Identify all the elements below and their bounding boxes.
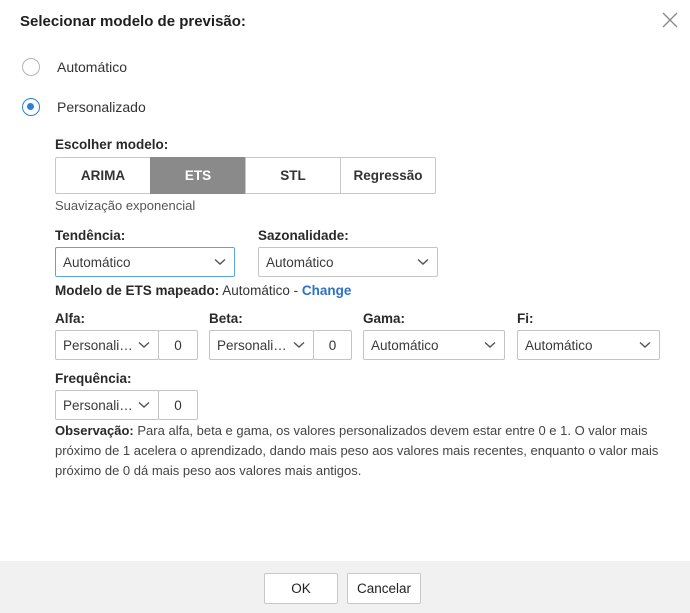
- seasonality-select-value: Automático: [266, 254, 334, 270]
- alpha-select-value: Personalizado: [63, 337, 138, 353]
- radio-button-automatic[interactable]: [22, 58, 40, 76]
- chevron-down-icon: [484, 341, 496, 348]
- alpha-value-input[interactable]: 0: [158, 330, 198, 360]
- beta-select[interactable]: Personalizado: [209, 330, 314, 360]
- model-tabs: ARIMA ETS STL Regressão: [55, 157, 436, 194]
- gamma-select[interactable]: Automático: [363, 330, 505, 360]
- radio-label-custom: Personalizado: [57, 99, 146, 115]
- dialog-footer: [0, 561, 690, 613]
- mapped-model-label: Modelo de ETS mapeado:: [55, 283, 220, 298]
- chevron-down-icon: [138, 401, 150, 408]
- dialog-title: Selecionar modelo de previsão:: [20, 13, 246, 30]
- mapped-model-value: Automático -: [222, 283, 299, 298]
- radio-automatic[interactable]: Automático: [22, 58, 127, 76]
- trend-select[interactable]: Automático: [55, 247, 235, 277]
- trend-label: Tendência:: [55, 228, 126, 243]
- chevron-down-icon: [417, 258, 429, 265]
- radio-custom[interactable]: Personalizado: [22, 98, 146, 116]
- close-icon: [662, 12, 678, 28]
- seasonality-select[interactable]: Automático: [258, 247, 438, 277]
- tab-stl[interactable]: STL: [245, 157, 341, 194]
- mapped-model-row: Modelo de ETS mapeado: Automático - Chan…: [55, 283, 351, 298]
- close-button[interactable]: [660, 10, 680, 30]
- frequency-value-input[interactable]: 0: [158, 390, 198, 420]
- seasonality-label: Sazonalidade:: [258, 228, 349, 243]
- beta-value-input[interactable]: 0: [313, 330, 352, 360]
- chevron-down-icon: [214, 258, 226, 265]
- frequency-select-value: Personalizado: [63, 397, 138, 413]
- phi-label: Fi:: [517, 311, 534, 326]
- alpha-label: Alfa:: [55, 311, 85, 326]
- ok-button[interactable]: OK: [264, 573, 338, 604]
- chevron-down-icon: [639, 341, 651, 348]
- beta-select-value: Personalizado: [217, 337, 293, 353]
- radio-label-automatic: Automático: [57, 59, 128, 75]
- model-description: Suavização exponencial: [55, 198, 196, 213]
- frequency-label: Frequência:: [55, 371, 132, 386]
- phi-select-value: Automático: [525, 337, 593, 353]
- tab-arima[interactable]: ARIMA: [55, 157, 151, 194]
- chevron-down-icon: [293, 341, 305, 348]
- observation-note: Observação: Para alfa, beta e gama, os v…: [55, 421, 665, 481]
- tab-ets[interactable]: ETS: [150, 157, 246, 194]
- alpha-select[interactable]: Personalizado: [55, 330, 159, 360]
- chevron-down-icon: [138, 341, 150, 348]
- observation-text: Para alfa, beta e gama, os valores perso…: [55, 423, 659, 478]
- observation-label: Observação:: [55, 423, 134, 438]
- radio-button-custom[interactable]: [22, 98, 40, 116]
- change-link[interactable]: Change: [302, 283, 352, 298]
- frequency-select[interactable]: Personalizado: [55, 390, 159, 420]
- tab-regression[interactable]: Regressão: [340, 157, 436, 194]
- beta-label: Beta:: [209, 311, 243, 326]
- phi-select[interactable]: Automático: [517, 330, 660, 360]
- gamma-label: Gama:: [363, 311, 406, 326]
- model-label: Escolher modelo:: [55, 137, 169, 152]
- cancel-button[interactable]: Cancelar: [347, 573, 421, 604]
- trend-select-value: Automático: [63, 254, 131, 270]
- gamma-select-value: Automático: [371, 337, 439, 353]
